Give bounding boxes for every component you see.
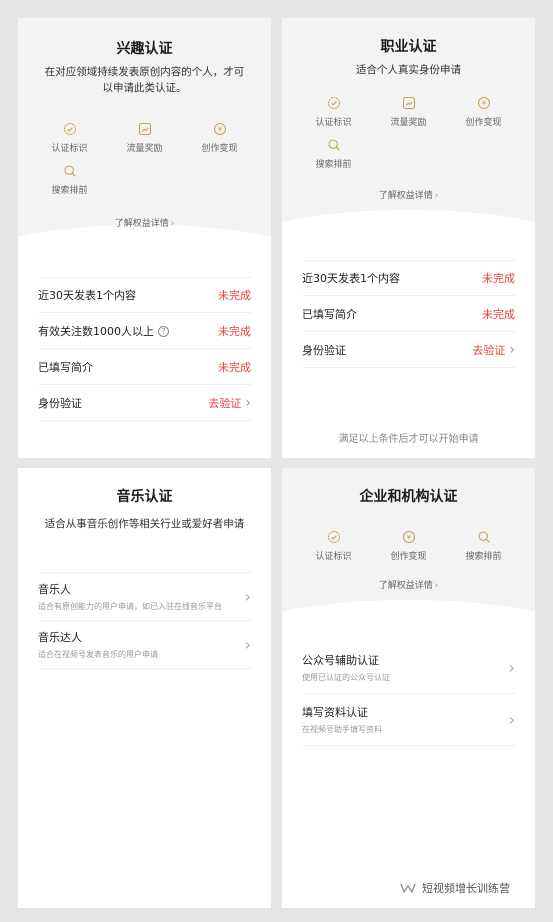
badge-icon [327, 96, 340, 110]
chevron-right-icon: › [508, 710, 515, 729]
interest-title: 兴趣认证 [116, 41, 173, 57]
search-icon [63, 165, 76, 177]
badge-icon [327, 530, 340, 544]
svg-text:¥: ¥ [406, 534, 411, 542]
chevron-right-icon: › [434, 191, 439, 201]
career-more-link[interactable]: 了解权益详情 › [282, 188, 535, 201]
watermark: 短视频增长训练营 [400, 880, 510, 896]
chevron-right-icon: › [245, 394, 251, 411]
status-badge: 未完成 [218, 324, 251, 338]
career-benefits: 认证标识 流量奖励 ¥ 创作变现 搜索排前 [282, 96, 535, 170]
option-music-influencer[interactable]: 音乐达人 适合在视频号发表音乐的用户申请 › [38, 621, 251, 669]
music-title: 音乐认证 [116, 489, 173, 505]
chevron-right-icon: › [434, 581, 439, 591]
requirement-row[interactable]: 身份验证 去验证 › [38, 385, 251, 421]
enterprise-more-link[interactable]: 了解权益详情 › [282, 578, 535, 591]
career-subtitle: 适合个人真实身份申请 [356, 64, 461, 76]
requirement-row: 已填写简介 未完成 [302, 296, 515, 332]
trend-icon [138, 122, 151, 136]
benefit-badge: 认证标识 [296, 530, 371, 562]
chevron-right-icon: › [244, 587, 251, 606]
watermark-text: 短视频增长训练营 [422, 882, 510, 895]
option-musician[interactable]: 音乐人 适合有原创能力的用户申请，如已入驻在线音乐平台 › [38, 573, 251, 621]
svg-text:¥: ¥ [481, 100, 486, 108]
status-badge: 未完成 [482, 307, 515, 321]
enterprise-title: 企业和机构认证 [359, 489, 458, 505]
chevron-right-icon: › [170, 219, 175, 229]
interest-benefits: 认证标识 流量奖励 ¥ 创作变现 搜索排前 [18, 122, 271, 196]
interest-more-link[interactable]: 了解权益详情 › [18, 216, 271, 229]
yen-icon: ¥ [402, 530, 415, 544]
career-requirements: 近30天发表1个内容 未完成 已填写简介 未完成 身份验证 去验证 › [302, 260, 515, 368]
benefit-monetize: ¥ 创作变现 [371, 530, 446, 562]
benefit-badge: 认证标识 [32, 122, 107, 154]
requirement-row: 有效关注数1000人以上? 未完成 [38, 313, 251, 349]
enterprise-header: 企业和机构认证 认证标识 ¥ 创作变现 搜索排前 了解权益详情 › [282, 468, 535, 634]
career-title: 职业认证 [380, 39, 437, 55]
chevron-right-icon: › [508, 658, 515, 677]
benefit-badge: 认证标识 [296, 96, 371, 128]
svg-text:¥: ¥ [217, 126, 222, 134]
benefit-search: 搜索排前 [32, 164, 107, 196]
requirement-row[interactable]: 身份验证 去验证 › [302, 332, 515, 368]
trend-icon [402, 96, 415, 110]
career-cert-card: 职业认证 适合个人真实身份申请 认证标识 流量奖励 ¥ 创作变现 搜索排前 了解… [282, 18, 535, 458]
music-cert-card: 音乐认证 适合从事音乐创作等相关行业或爱好者申请 音乐人 适合有原创能力的用户申… [18, 468, 271, 908]
yen-icon: ¥ [477, 96, 490, 110]
music-subtitle: 适合从事音乐创作等相关行业或爱好者申请 [44, 518, 245, 530]
status-badge: 未完成 [218, 289, 251, 302]
benefit-search: 搜索排前 [446, 530, 521, 562]
requirement-row: 近30天发表1个内容 未完成 [38, 277, 251, 313]
verify-link[interactable]: 去验证 › [208, 395, 251, 411]
career-footer-note: 满足以上条件后才可以开始申请 [338, 434, 479, 445]
status-badge: 未完成 [218, 360, 251, 374]
music-options: 音乐人 适合有原创能力的用户申请，如已入驻在线音乐平台 › 音乐达人 适合在视频… [38, 572, 251, 669]
benefit-search: 搜索排前 [296, 138, 371, 170]
benefit-traffic: 流量奖励 [107, 122, 182, 154]
requirement-row: 近30天发表1个内容 未完成 [302, 260, 515, 296]
wechat-channel-icon [400, 883, 416, 894]
enterprise-options: 公众号辅助认证 使用已认证的公众号认证 › 填写资料认证 在视频号助手填写资料 … [302, 642, 515, 746]
enterprise-cert-card: 企业和机构认证 认证标识 ¥ 创作变现 搜索排前 了解权益详情 › 公众号辅助认证… [282, 468, 535, 908]
search-icon [477, 531, 490, 543]
chevron-right-icon: › [244, 635, 251, 654]
option-fill-info[interactable]: 填写资料认证 在视频号助手填写资料 › [302, 694, 515, 746]
interest-header: 兴趣认证 在对应领域持续发表原创内容的个人，才可 以申请此类认证。 认证标识 流… [18, 18, 271, 259]
search-icon [327, 139, 340, 151]
help-icon[interactable]: ? [158, 326, 169, 337]
verify-link[interactable]: 去验证 › [472, 342, 515, 358]
career-header: 职业认证 适合个人真实身份申请 认证标识 流量奖励 ¥ 创作变现 搜索排前 了解… [282, 18, 535, 244]
benefit-monetize: ¥ 创作变现 [446, 96, 521, 128]
option-official-account[interactable]: 公众号辅助认证 使用已认证的公众号认证 › [302, 642, 515, 694]
requirement-row: 已填写简介 未完成 [38, 349, 251, 385]
interest-subtitle: 在对应领域持续发表原创内容的个人，才可 以申请此类认证。 [44, 66, 245, 94]
badge-icon [63, 122, 76, 136]
interest-requirements: 近30天发表1个内容 未完成 有效关注数1000人以上? 未完成 已填写简介 未… [38, 277, 251, 421]
interest-cert-card: 兴趣认证 在对应领域持续发表原创内容的个人，才可 以申请此类认证。 认证标识 流… [18, 18, 271, 458]
chevron-right-icon: › [509, 341, 515, 358]
enterprise-benefits: 认证标识 ¥ 创作变现 搜索排前 [282, 530, 535, 562]
benefit-monetize: ¥ 创作变现 [182, 122, 257, 154]
yen-icon: ¥ [213, 122, 226, 136]
benefit-traffic: 流量奖励 [371, 96, 446, 128]
status-badge: 未完成 [482, 272, 515, 285]
